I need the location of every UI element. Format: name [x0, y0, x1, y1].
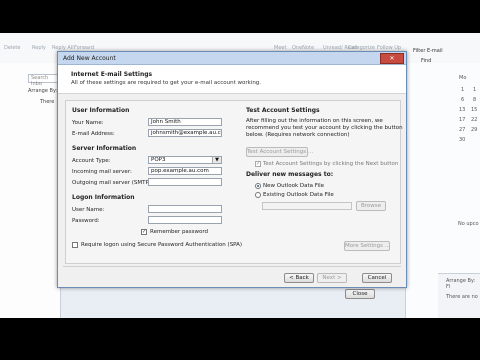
- calendar-cell[interactable]: 17: [459, 117, 465, 123]
- account-type-value: POP3: [151, 157, 166, 163]
- test-on-next-label: Test Account Settings by clicking the Ne…: [263, 161, 399, 167]
- more-settings-button[interactable]: More Settings ...: [344, 241, 390, 251]
- chevron-down-icon[interactable]: ▼: [212, 157, 221, 163]
- test-settings-heading: Test Account Settings: [246, 107, 320, 114]
- email-label: E-mail Address:: [72, 131, 115, 137]
- server-info-heading: Server Information: [72, 145, 137, 152]
- dialog-header: Internet E-mail Settings All of these se…: [58, 65, 406, 94]
- new-data-file-radio[interactable]: [255, 183, 261, 189]
- calendar-cell[interactable]: 8: [473, 97, 476, 103]
- close-button-bg[interactable]: Close: [345, 289, 375, 299]
- no-upcoming-text: No upco: [458, 221, 479, 227]
- test-description-line: After filling out the information on thi…: [246, 118, 383, 124]
- browse-button[interactable]: Browse: [356, 201, 386, 211]
- calendar-cell: Mo: [459, 75, 467, 81]
- arrange-by-label[interactable]: Arrange By:: [28, 88, 57, 94]
- calendar-cell[interactable]: 30: [459, 137, 465, 143]
- outgoing-server-field[interactable]: [148, 178, 222, 186]
- next-button[interactable]: Next >: [317, 273, 347, 283]
- task-pane: Arrange By: Fl There are no: [438, 273, 480, 318]
- close-icon[interactable]: ✕: [380, 53, 404, 64]
- account-type-label: Account Type:: [72, 158, 111, 164]
- deliver-heading: Deliver new messages to:: [246, 171, 334, 178]
- arrange-by-flag-label[interactable]: Arrange By: Fl: [446, 278, 480, 290]
- account-type-select[interactable]: POP3 ▼: [148, 156, 222, 164]
- logon-info-heading: Logon Information: [72, 194, 135, 201]
- empty-list-text: There: [40, 99, 55, 105]
- reply-button[interactable]: Reply: [32, 45, 46, 51]
- new-data-file-label: New Outlook Data File: [263, 183, 324, 189]
- header-subtitle: All of these settings are required to ge…: [71, 80, 262, 86]
- calendar-cell[interactable]: 15: [471, 107, 477, 113]
- cancel-button[interactable]: Cancel: [362, 273, 392, 283]
- settings-panel: User Information Your Name: John Smith E…: [65, 100, 403, 264]
- your-name-label: Your Name:: [72, 120, 104, 126]
- password-label: Password:: [72, 218, 100, 224]
- back-button[interactable]: < Back: [284, 273, 314, 283]
- your-name-field[interactable]: John Smith: [148, 118, 222, 126]
- footer-separator: [63, 266, 401, 267]
- email-field[interactable]: johnsmith@example.au.com: [148, 129, 222, 137]
- dialog-titlebar[interactable]: Add New Account ✕: [58, 52, 406, 65]
- password-field[interactable]: [148, 216, 222, 224]
- test-account-settings-button[interactable]: Test Account Settings ...: [246, 147, 313, 157]
- calendar-cell[interactable]: 1: [473, 87, 476, 93]
- incoming-server-label: Incoming mail server:: [72, 169, 132, 175]
- calendar-cell[interactable]: 6: [461, 97, 464, 103]
- calendar-cell[interactable]: 13: [459, 107, 465, 113]
- existing-data-file-radio[interactable]: [255, 192, 261, 198]
- outlook-window: Delete Reply Reply All Forward Meet OneN…: [0, 33, 480, 318]
- no-tasks-text: There are no: [446, 294, 478, 300]
- calendar-cell[interactable]: 22: [471, 117, 477, 123]
- test-on-next-checkbox[interactable]: ✓: [255, 161, 261, 167]
- data-file-path-field[interactable]: [262, 202, 352, 210]
- spa-checkbox[interactable]: [72, 242, 78, 248]
- test-description-line: recommend you test your account by click…: [246, 125, 403, 131]
- header-title: Internet E-mail Settings: [71, 71, 153, 78]
- user-name-field[interactable]: [148, 205, 222, 213]
- filter-email-button[interactable]: Filter E-mail: [413, 48, 443, 54]
- outgoing-server-label: Outgoing mail server (SMTP):: [72, 180, 153, 186]
- spa-label: Require logon using Secure Password Auth…: [81, 242, 243, 248]
- search-input[interactable]: Search Inbo: [28, 74, 60, 87]
- calendar-cell[interactable]: 27: [459, 127, 465, 133]
- remember-password-checkbox[interactable]: ✓: [141, 229, 147, 235]
- test-description-line: below. (Requires network connection): [246, 132, 350, 138]
- remember-password-label: Remember password: [150, 229, 209, 235]
- incoming-server-field[interactable]: pop.example.au.com: [148, 167, 222, 175]
- delete-button[interactable]: Delete: [4, 45, 20, 51]
- dialog-title: Add New Account: [63, 55, 116, 62]
- user-info-heading: User Information: [72, 107, 130, 114]
- existing-data-file-label: Existing Outlook Data File: [263, 192, 334, 198]
- calendar-cell[interactable]: 29: [471, 127, 477, 133]
- user-name-label: User Name:: [72, 207, 105, 213]
- add-new-account-dialog: Add New Account ✕ Internet E-mail Settin…: [57, 51, 407, 288]
- calendar-cell[interactable]: 1: [461, 87, 464, 93]
